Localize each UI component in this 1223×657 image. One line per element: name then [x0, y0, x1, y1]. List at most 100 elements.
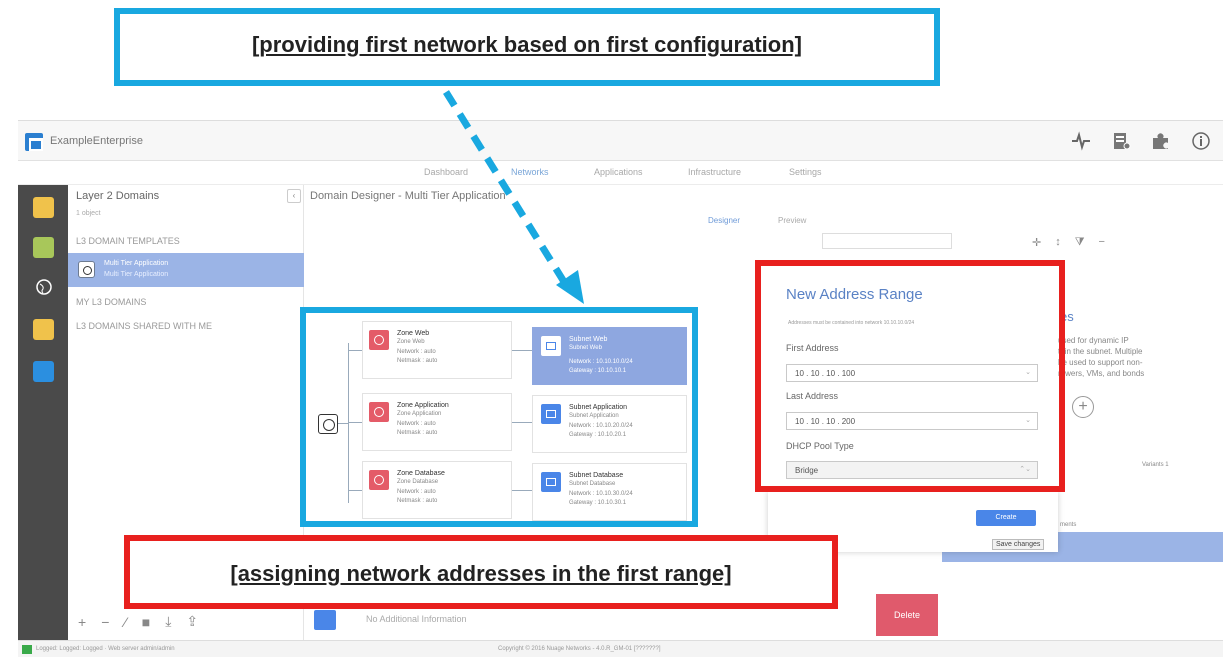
- zone-icon: [369, 402, 389, 422]
- selected-template-item[interactable]: Multi Tier Application Multi Tier Applic…: [68, 253, 304, 287]
- designer-title: Domain Designer - Multi Tier Application: [310, 190, 506, 202]
- edit-icon[interactable]: ⁄: [124, 614, 126, 630]
- object-count: 1 object: [76, 210, 101, 217]
- zone-web[interactable]: Zone Web Zone Web Network : auto Netmask…: [362, 321, 512, 379]
- panel-heading: Layer 2 Domains: [76, 190, 160, 202]
- template-icon: [78, 261, 95, 278]
- right-panel-line-1: used for dynamic IP: [1058, 336, 1129, 345]
- info-icon[interactable]: [1187, 127, 1215, 155]
- subnet-application[interactable]: Subnet Application Subnet Application Ne…: [532, 395, 687, 453]
- zone-netmask: Netmask : auto: [397, 430, 438, 436]
- server-list-icon[interactable]: [1107, 127, 1135, 155]
- subnet-database[interactable]: Subnet Database Subnet Database Network …: [532, 463, 687, 521]
- designer-tools: ✛ ↕ ⧩ −: [1032, 236, 1105, 249]
- subnet-network: Network : 10.10.30.0/24: [569, 491, 633, 497]
- search-input[interactable]: [822, 233, 952, 249]
- subnet-name: Subnet Application: [569, 404, 627, 411]
- domain-root-icon[interactable]: [318, 414, 338, 434]
- bottom-callout: [assigning network addresses in the firs…: [124, 535, 838, 609]
- subnet-network: Network : 10.10.20.0/24: [569, 423, 633, 429]
- zone-name: Zone Database: [397, 470, 445, 477]
- zone-netmask: Netmask : auto: [397, 358, 438, 364]
- collapse-panel-button[interactable]: ‹: [287, 189, 301, 203]
- network-grid-icon: [314, 610, 336, 630]
- zone-application[interactable]: Zone Application Zone Application Networ…: [362, 393, 512, 451]
- bottom-info-text: No Additional Information: [366, 614, 467, 624]
- variants-label: Variants 1: [1142, 462, 1169, 468]
- subnet-web[interactable]: Subnet Web Subnet Web Network : 10.10.10…: [532, 327, 687, 385]
- create-button[interactable]: Create: [976, 510, 1036, 526]
- preview-label: Preview: [778, 216, 807, 225]
- category-my-domains[interactable]: MY L3 DOMAINS: [76, 297, 146, 307]
- subnet-gateway: Gateway : 10.10.10.1: [569, 368, 627, 374]
- rail-device-icon[interactable]: [33, 361, 54, 382]
- zone-netmask: Netmask : auto: [397, 498, 438, 504]
- status-left: Logged: Logged: Logged · Web server admi…: [36, 646, 175, 652]
- subnet-sub: Subnet Web: [569, 345, 602, 351]
- stop-icon[interactable]: ■: [142, 614, 150, 630]
- share-icon[interactable]: ⇪: [186, 613, 198, 630]
- tab-settings[interactable]: Settings: [789, 167, 822, 177]
- titlebar-icons: [1067, 127, 1215, 155]
- connector: [512, 350, 532, 351]
- delete-button[interactable]: Delete: [876, 594, 938, 636]
- category-shared-domains[interactable]: L3 DOMAINS SHARED WITH ME: [76, 321, 212, 331]
- zone-network: Network : auto: [397, 421, 436, 427]
- connector: [512, 422, 532, 423]
- tab-applications[interactable]: Applications: [594, 167, 643, 177]
- puzzle-icon[interactable]: [1147, 127, 1175, 155]
- move-icon[interactable]: ✛: [1032, 236, 1041, 249]
- category-templates[interactable]: L3 DOMAIN TEMPLATES: [76, 236, 180, 246]
- connector: [348, 490, 362, 491]
- remove-icon[interactable]: −: [101, 614, 109, 630]
- connector: [512, 490, 532, 491]
- tab-networks[interactable]: Networks: [511, 167, 549, 177]
- main-nav: Dashboard Networks Applications Infrastr…: [18, 161, 1223, 185]
- download-icon[interactable]: ⤓: [165, 613, 171, 630]
- zone-database[interactable]: Zone Database Zone Database Network : au…: [362, 461, 512, 519]
- tab-infrastructure[interactable]: Infrastructure: [688, 167, 741, 177]
- app-logo-icon[interactable]: [25, 133, 43, 151]
- right-panel-line-2: thin the subnet. Multiple: [1058, 347, 1143, 356]
- rail-l2-icon[interactable]: [33, 237, 54, 258]
- dialog-highlight-frame: [755, 260, 1065, 492]
- status-copyright: Copyright © 2016 Nuage Networks - 4.0.R_…: [498, 646, 661, 652]
- subnet-gateway: Gateway : 10.10.30.1: [569, 500, 627, 506]
- subnet-network: Network : 10.10.10.0/24: [569, 359, 633, 365]
- top-callout: [providing first network based on first …: [114, 8, 940, 86]
- connector: [348, 343, 349, 503]
- zone-sub: Zone Web: [397, 339, 425, 345]
- designer-link[interactable]: Designer: [708, 216, 740, 225]
- align-icon[interactable]: ↕: [1055, 236, 1061, 249]
- rail-folder-icon[interactable]: [33, 319, 54, 340]
- connector: [348, 422, 362, 423]
- bottom-callout-text: [assigning network addresses in the firs…: [230, 561, 732, 586]
- subnet-sub: Subnet Database: [569, 481, 616, 487]
- range-strip-text: ments: [1060, 522, 1077, 528]
- connector: [348, 350, 362, 351]
- subnet-name: Subnet Web: [569, 336, 608, 343]
- zone-sub: Zone Application: [397, 411, 442, 417]
- status-icon: [22, 645, 32, 654]
- globe-icon[interactable]: [33, 276, 54, 297]
- zone-name: Zone Web: [397, 330, 430, 337]
- add-icon[interactable]: +: [78, 614, 86, 630]
- minus-icon[interactable]: −: [1099, 236, 1105, 249]
- connector: [338, 423, 348, 424]
- activity-icon[interactable]: [1067, 127, 1095, 155]
- subnet-icon: [541, 336, 561, 356]
- add-range-icon[interactable]: +: [1072, 396, 1094, 418]
- right-panel-line-4: rewers, VMs, and bonds: [1058, 369, 1145, 378]
- tab-dashboard[interactable]: Dashboard: [424, 167, 468, 177]
- zone-network: Network : auto: [397, 349, 436, 355]
- subnet-icon: [541, 472, 561, 492]
- screenshot-root: ExampleEnterprise Dashboard Networks App…: [0, 0, 1223, 657]
- titlebar: ExampleEnterprise: [18, 121, 1223, 161]
- zone-sub: Zone Database: [397, 479, 439, 485]
- statusbar: Logged: Logged: Logged · Web server admi…: [18, 640, 1223, 657]
- rail-domains-icon[interactable]: [33, 197, 54, 218]
- subnet-icon: [541, 404, 561, 424]
- filter-icon[interactable]: ⧩: [1075, 236, 1085, 249]
- app-title: ExampleEnterprise: [50, 135, 143, 147]
- zone-network: Network : auto: [397, 489, 436, 495]
